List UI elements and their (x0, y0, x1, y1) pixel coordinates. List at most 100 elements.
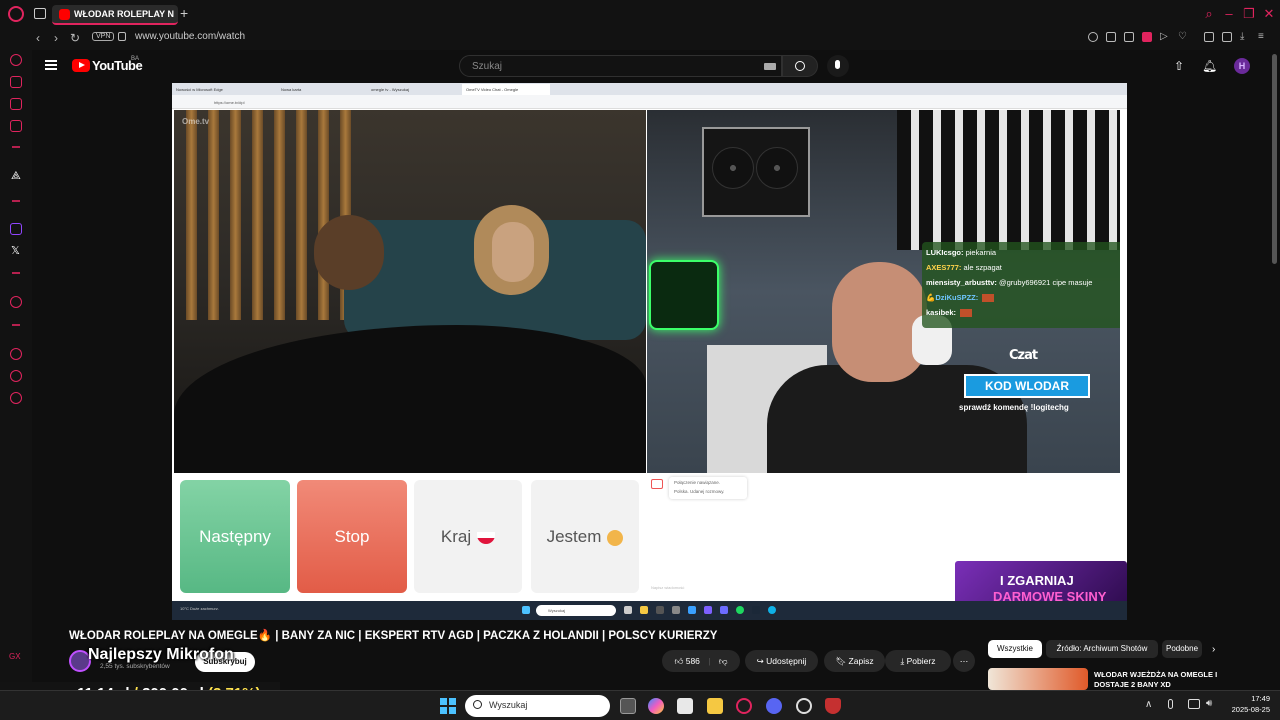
twitch-icon[interactable] (10, 223, 22, 235)
microphone-overlay-text: Najlepszy Mikrofon (88, 646, 234, 663)
reload-icon[interactable]: ↻ (70, 31, 80, 45)
close-window-button[interactable]: ✕ (1262, 7, 1276, 21)
upload-icon[interactable]: ⇧ (1174, 59, 1184, 73)
opera-logo-icon[interactable] (8, 6, 24, 22)
browser-menu-icon[interactable]: ≡ (1258, 31, 1268, 42)
messenger-icon[interactable] (10, 370, 22, 382)
browser-sidebar: ⟁ 𝕏 GX (0, 50, 32, 686)
shield-icon[interactable] (1142, 32, 1152, 42)
keyboard-icon[interactable] (764, 63, 776, 70)
discord-icon[interactable] (766, 698, 782, 714)
like-button[interactable]: 👍︎ 586 (674, 656, 699, 666)
maximize-button[interactable]: ❐ (1242, 7, 1256, 21)
video-title: WŁODAR ROLEPLAY NA OMEGLE🔥 | BANY ZA NIC… (69, 630, 718, 642)
file-explorer-icon[interactable] (707, 698, 723, 714)
minimize-button[interactable]: – (1222, 7, 1236, 21)
vinyl-record (756, 147, 798, 189)
chat-user: kasibek: (926, 308, 957, 317)
download-button[interactable]: ⤓ Pobierz (885, 650, 951, 672)
more-actions-button[interactable]: ⋯ (953, 650, 975, 672)
url-field[interactable]: www.youtube.com/watch (135, 31, 245, 42)
search-icon (795, 61, 805, 71)
start-tile (440, 698, 448, 706)
tray-microphone-icon[interactable] (1168, 699, 1173, 709)
voice-search-button[interactable] (827, 55, 849, 77)
promo-code-banner: KOD WLODAR (964, 374, 1090, 398)
tray-overflow-icon[interactable]: ∧ (1145, 699, 1152, 710)
inner-app-icon (656, 606, 664, 614)
youtube-logo-icon[interactable] (72, 59, 90, 72)
chip-source[interactable]: Źródło: Archiwum Shotów (1046, 640, 1158, 658)
browser-tab-active[interactable]: WŁODAR ROLEPLAY NA OMEGLE | BANY ZA NIC (52, 5, 178, 25)
chips-next-arrow-icon[interactable]: › (1212, 644, 1215, 655)
store-icon[interactable] (677, 698, 693, 714)
country-code: BA (131, 56, 140, 62)
inner-edge-icon (768, 606, 776, 614)
chat-status-connected: Połączenie nawiązane. (674, 480, 721, 485)
chip-similar[interactable]: Podobne (1162, 640, 1202, 658)
share-button[interactable]: ↪ Udostępnij (745, 650, 818, 672)
history-icon[interactable] (10, 348, 22, 360)
video-player[interactable]: Nowości w Microsoft Edge Nowa karta omeg… (172, 83, 1127, 620)
person-right-face (492, 222, 534, 282)
share-label: Udostępnij (766, 656, 807, 666)
save-button[interactable]: 🔖︎ Zapisz (824, 650, 885, 672)
inner-app-icon (720, 606, 728, 614)
vpn-badge[interactable]: VPN (92, 32, 115, 41)
back-icon[interactable]: ‹ (36, 31, 40, 45)
shield-app-icon[interactable] (825, 698, 841, 714)
gx-icon[interactable]: GX (9, 652, 21, 661)
pin-icon[interactable] (1106, 32, 1116, 42)
notifications-bell-icon[interactable]: 🔔︎ (1202, 59, 1217, 73)
chip-all[interactable]: Wszystkie (988, 640, 1042, 658)
chat-text: @gruby696921 cipe masuje (998, 278, 1093, 287)
opera-gx-icon[interactable] (736, 698, 752, 714)
task-view-icon[interactable] (620, 698, 636, 714)
search-button[interactable] (782, 55, 818, 77)
microphone-icon (835, 60, 840, 69)
aria-icon[interactable] (10, 76, 22, 88)
player-icon[interactable] (10, 296, 22, 308)
bookmarks-icon[interactable] (10, 120, 22, 132)
hamburger-menu-icon[interactable] (45, 60, 57, 70)
chat-status-country: Polska. Udanej rozmowy. (674, 489, 725, 494)
inner-folder-icon (640, 606, 648, 614)
speed-dial-icon[interactable] (10, 54, 22, 66)
recommended-thumbnail[interactable] (988, 668, 1088, 690)
tray-network-icon[interactable] (1188, 699, 1200, 709)
news-icon[interactable] (10, 98, 22, 110)
download-label: Pobierz (906, 656, 936, 666)
new-tab-button[interactable]: + (180, 5, 188, 21)
search-icon (473, 700, 482, 709)
play-icon[interactable]: ▷ (1160, 31, 1170, 42)
lock-icon[interactable] (118, 32, 126, 41)
taskbar-time[interactable]: 17:49 (1226, 694, 1270, 703)
ai-icon[interactable]: ⟁ (11, 170, 21, 183)
settings-gear-icon[interactable] (10, 392, 22, 404)
search-input[interactable] (472, 58, 742, 74)
stream-chat-overlay: LUKIcsgo: piekarnia AXES777: ale szpagat… (922, 242, 1120, 328)
github-desktop-icon[interactable] (796, 698, 812, 714)
page-scrollbar[interactable] (1272, 54, 1277, 264)
recommended-title[interactable]: WŁODAR WJEŻDŻA NA OMEGLE I DOSTAJE 2 BAN… (1094, 670, 1219, 688)
start-tile (448, 698, 456, 706)
forward-icon[interactable]: › (54, 31, 58, 45)
download-icon[interactable]: ⤓ (1240, 31, 1250, 42)
heart-icon[interactable]: ♡ (1178, 31, 1188, 42)
taskbar-date[interactable]: 2025-08-25 (1220, 705, 1270, 714)
copilot-icon[interactable] (648, 698, 664, 714)
tray-volume-icon[interactable]: 🔊︎ (1206, 698, 1212, 709)
extensions-icon[interactable] (1204, 32, 1214, 42)
user-avatar[interactable]: H (1234, 58, 1250, 74)
chat-text: piekarnia (965, 248, 997, 257)
share-page-icon[interactable] (1222, 32, 1232, 42)
inner-tab: Nowości w Microsoft Edge (176, 87, 223, 92)
search-tabs-icon[interactable]: ⌕ (1202, 7, 1216, 21)
zoom-icon[interactable] (1088, 32, 1098, 42)
start-button[interactable] (440, 698, 456, 714)
taskbar-search[interactable]: Wyszukaj (465, 695, 610, 717)
snapshot-icon[interactable] (1124, 32, 1134, 42)
x-icon[interactable]: 𝕏 (11, 244, 20, 257)
dislike-button[interactable]: 👎︎ (719, 656, 728, 666)
tab-manager-icon[interactable] (34, 8, 46, 19)
